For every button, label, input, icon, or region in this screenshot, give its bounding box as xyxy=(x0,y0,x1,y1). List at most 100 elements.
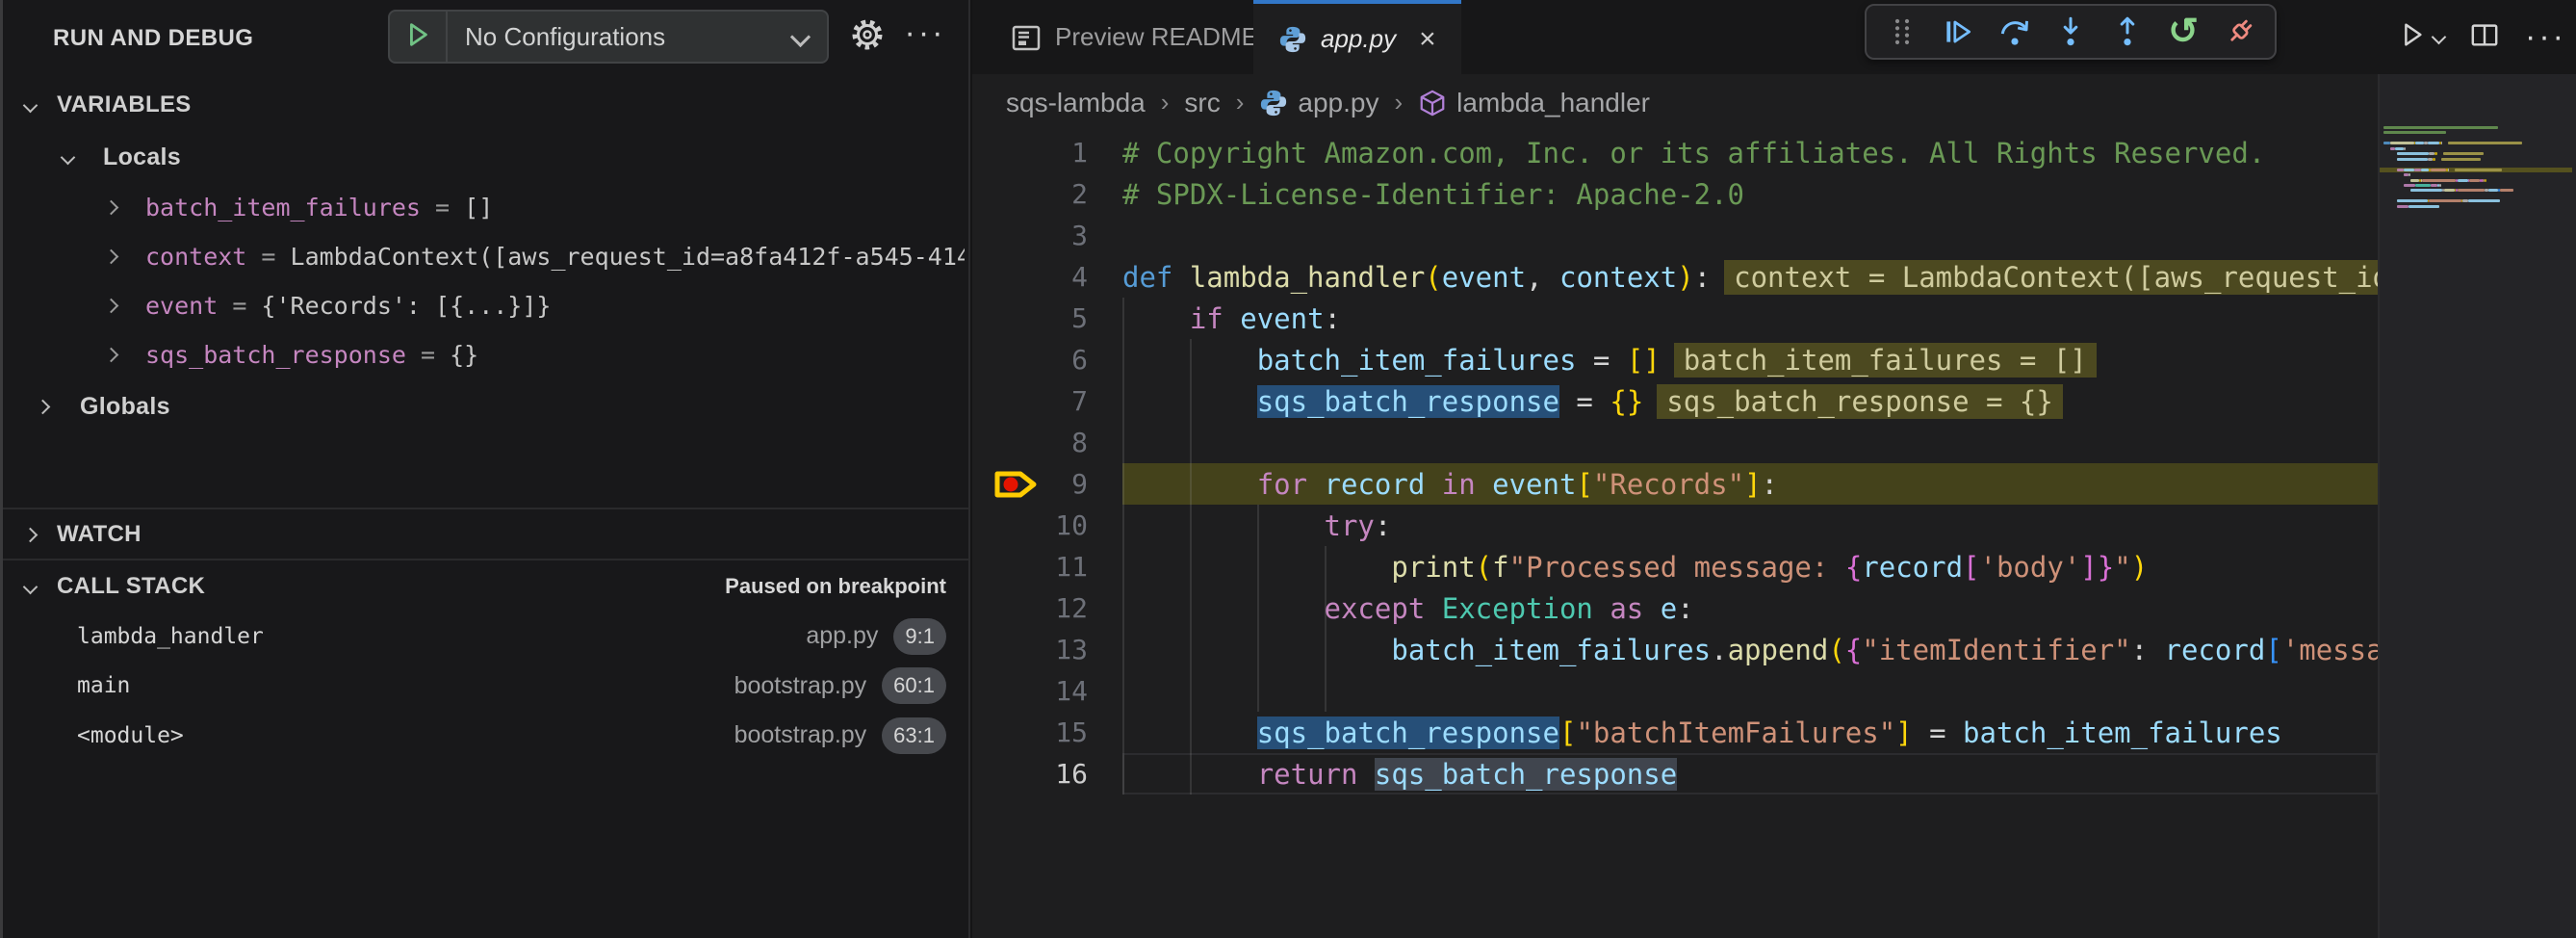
step-out-button[interactable] xyxy=(2106,11,2149,53)
minimap-code-segment xyxy=(2458,189,2485,192)
chevron-right-icon[interactable] xyxy=(91,251,130,262)
line-number[interactable]: 4 xyxy=(972,261,1088,293)
code-editor[interactable]: 1# Copyright Amazon.com, Inc. or its aff… xyxy=(972,132,2378,938)
minimap-code-segment xyxy=(2404,147,2406,150)
section-divider xyxy=(3,559,968,560)
breadcrumb-item-sqs-lambda[interactable]: sqs-lambda xyxy=(1006,88,1146,118)
tab-label: app.py xyxy=(1321,24,1396,54)
variable-row-event[interactable]: event = {'Records': [{...}]} xyxy=(3,281,968,330)
call-stack-frame[interactable]: lambda_handlerapp.py9:1 xyxy=(3,612,968,661)
start-debug-icon[interactable] xyxy=(390,12,448,62)
line-number[interactable]: 1 xyxy=(972,137,1088,169)
minimap-code-segment xyxy=(2441,142,2443,144)
call-stack-frame[interactable]: <module>bootstrap.py63:1 xyxy=(3,711,968,760)
line-number[interactable]: 13 xyxy=(972,634,1088,665)
group-label: Locals xyxy=(103,143,181,171)
variable-row-batch_item_failures[interactable]: batch_item_failures = [] xyxy=(3,183,968,232)
variables-group-locals[interactable]: Locals xyxy=(3,134,968,180)
editor-more-actions-button[interactable]: ··· xyxy=(2525,18,2566,56)
code-text: batch_item_failures = [] xyxy=(1122,344,1661,377)
breadcrumb-label: lambda_handler xyxy=(1456,88,1650,118)
line-number[interactable]: 8 xyxy=(972,427,1088,458)
step-into-button[interactable] xyxy=(2049,11,2092,53)
code-text: def lambda_handler(event, context): xyxy=(1122,261,1711,294)
variables-section-header[interactable]: VARIABLES xyxy=(3,83,968,127)
chevron-down-icon xyxy=(790,26,811,46)
line-number[interactable]: 6 xyxy=(972,344,1088,376)
panel-more-actions-button[interactable]: ··· xyxy=(896,8,954,58)
debug-configuration-select[interactable]: No Configurations xyxy=(388,10,829,64)
current-line-breakpoint-icon[interactable] xyxy=(990,465,1049,508)
variables-section-label: VARIABLES xyxy=(57,91,192,118)
frame-file: app.py xyxy=(806,622,878,650)
gear-icon xyxy=(848,15,887,59)
breadcrumb-item-src[interactable]: src xyxy=(1184,88,1220,118)
minimap-code-segment xyxy=(2414,169,2421,171)
split-editor-button[interactable] xyxy=(2469,20,2500,54)
watch-section-header[interactable]: WATCH xyxy=(3,512,968,557)
line-number[interactable]: 3 xyxy=(972,220,1088,251)
breadcrumb-label: src xyxy=(1184,88,1220,118)
minimap-code-segment xyxy=(2468,199,2500,202)
line-number[interactable]: 12 xyxy=(972,592,1088,624)
minimap-code-segment xyxy=(2485,179,2486,182)
minimap-code-segment xyxy=(2383,142,2390,144)
section-divider xyxy=(3,508,968,509)
line-number[interactable]: 5 xyxy=(972,302,1088,334)
code-text: except Exception as e: xyxy=(1122,592,1694,625)
line-number[interactable]: 14 xyxy=(972,675,1088,707)
close-tab-icon[interactable]: × xyxy=(1419,23,1436,56)
code-line-4: 4def lambda_handler(event, context):cont… xyxy=(972,256,2378,298)
variables-group-globals[interactable]: Globals xyxy=(3,383,968,430)
debug-configuration-label: No Configurations xyxy=(465,22,793,52)
frame-position-badge: 9:1 xyxy=(893,618,946,655)
minimap-code-segment xyxy=(2428,158,2433,161)
line-number[interactable]: 15 xyxy=(972,717,1088,748)
line-number[interactable]: 16 xyxy=(972,758,1088,790)
code-line-5: 5 if event: xyxy=(972,298,2378,339)
minimap[interactable] xyxy=(2378,74,2576,938)
restart-button[interactable]: ↺ xyxy=(2162,11,2204,53)
call-stack-frame[interactable]: mainbootstrap.py60:1 xyxy=(3,662,968,711)
continue-button[interactable] xyxy=(1937,11,1979,53)
variable-row-context[interactable]: context = LambdaContext([aws_request_id=… xyxy=(3,232,968,281)
code-text: if event: xyxy=(1122,302,1341,335)
run-python-file-button[interactable] xyxy=(2397,20,2444,54)
tab-app-py[interactable]: app.py × xyxy=(1253,0,1461,74)
frame-position-badge: 63:1 xyxy=(882,717,946,754)
code-text: sqs_batch_response = {} xyxy=(1122,385,1643,418)
breadcrumb-item-lambda_handler[interactable]: lambda_handler xyxy=(1418,88,1650,118)
line-number[interactable]: 10 xyxy=(972,509,1088,541)
call-stack-section-label: CALL STACK xyxy=(57,573,205,600)
disconnect-button[interactable] xyxy=(2219,11,2261,53)
chevron-right-icon[interactable] xyxy=(91,202,130,213)
minimap-code-segment xyxy=(2431,184,2437,187)
breadcrumb-item-app.py[interactable]: app.py xyxy=(1259,88,1378,118)
debug-settings-button[interactable] xyxy=(842,12,892,62)
breadcrumb[interactable]: sqs-lambda›src›app.py›lambda_handler xyxy=(1006,74,1650,132)
chevron-right-icon[interactable] xyxy=(91,350,130,360)
frame-file: bootstrap.py xyxy=(734,721,867,749)
step-over-button[interactable] xyxy=(1994,11,2036,53)
line-number[interactable]: 7 xyxy=(972,385,1088,417)
code-line-14: 14 xyxy=(972,670,2378,712)
minimap-code-segment xyxy=(2422,179,2456,182)
line-number[interactable]: 11 xyxy=(972,551,1088,583)
debug-toolbar-drag-handle[interactable] xyxy=(1881,11,1923,53)
code-line-12: 12 except Exception as e: xyxy=(972,587,2378,629)
editor-actions: ··· xyxy=(2397,0,2566,74)
variable-row-sqs_batch_response[interactable]: sqs_batch_response = {} xyxy=(3,330,968,379)
code-text: print(f"Processed message: {record['body… xyxy=(1122,551,2148,584)
breadcrumb-separator: › xyxy=(1161,88,1170,117)
line-number[interactable]: 2 xyxy=(972,178,1088,210)
minimap-code-segment xyxy=(2404,169,2414,171)
minimap-code-segment xyxy=(2421,169,2430,171)
chevron-right-icon[interactable] xyxy=(91,300,130,311)
code-text: for record in event["Records"]: xyxy=(1122,468,1778,501)
call-stack-section-header[interactable]: CALL STACK Paused on breakpoint xyxy=(3,564,968,609)
minimap-code-segment xyxy=(2395,147,2404,150)
chevron-right-icon xyxy=(22,527,38,542)
chevron-down-icon xyxy=(22,579,38,594)
minimap-code-segment xyxy=(2434,152,2438,155)
breadcrumb-label: app.py xyxy=(1298,88,1378,118)
